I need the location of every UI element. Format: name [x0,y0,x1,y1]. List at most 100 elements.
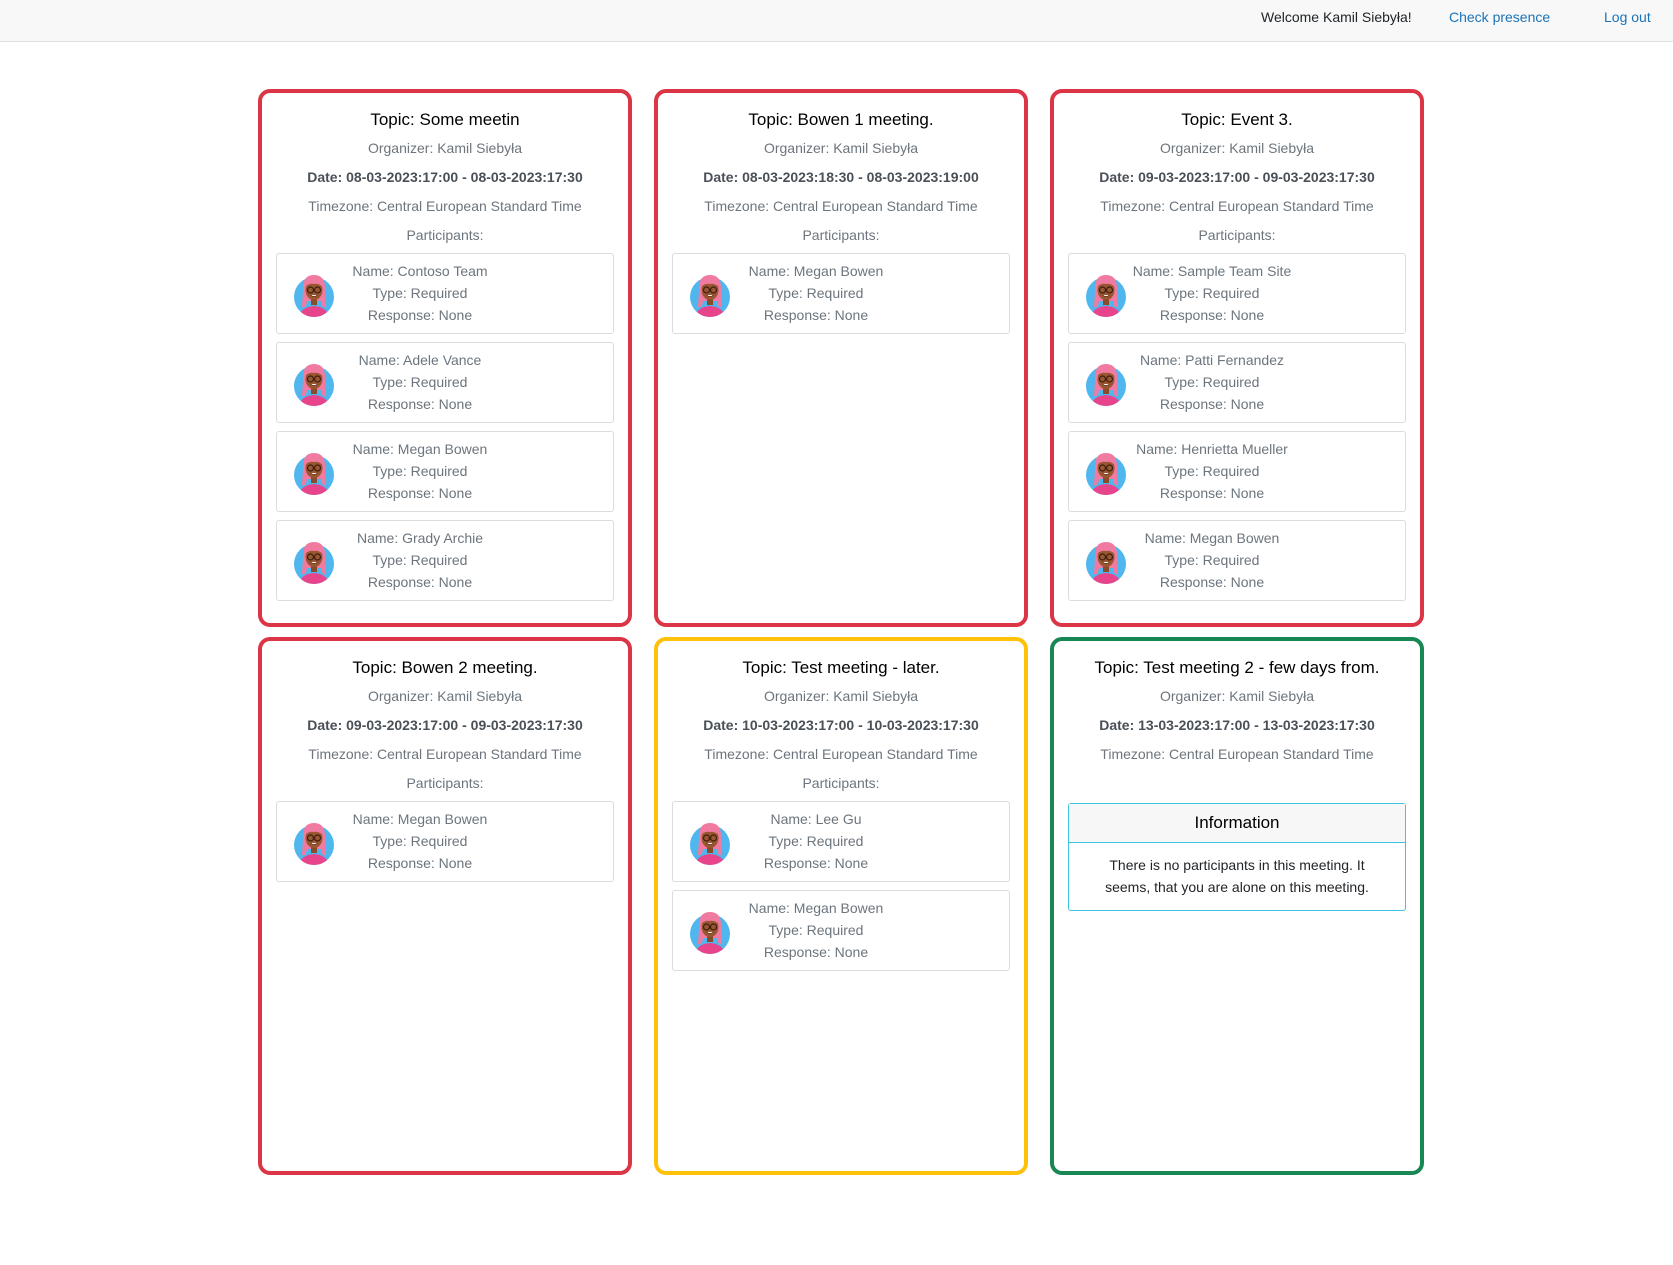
meeting-date: Date: 13-03-2023:17:00 - 13-03-2023:17:3… [1099,717,1375,733]
participant-card: Name: Patti Fernandez Type: Required Respo… [1068,342,1406,423]
participant-response: Response: None [367,485,473,501]
meeting-organizer: Organizer: Kamil Siebyła [367,140,523,156]
meeting-timezone: Timezone: Central European Standard Time [1100,746,1374,762]
meeting-organizer: Organizer: Kamil Siebyła [763,140,919,156]
participant-info: Name: Lee Gu Type: Required Response: None [673,808,1009,874]
meeting-topic: Topic: Some meetin [370,110,520,129]
participant-type: Type: Required [1164,552,1260,568]
participant-name: Name: Patti Fernandez [1140,352,1284,368]
participant-name: Name: Megan Bowen [748,900,884,916]
participants-label: Participants: [802,775,880,791]
meeting-date: Date: 08-03-2023:17:00 - 08-03-2023:17:3… [307,169,583,185]
information-text: There is no participants in this meeting… [1105,857,1369,895]
participant-name: Name: Sample Team Site [1132,263,1292,279]
participants-list: Name: Contoso Team Type: Required Response… [276,253,614,601]
participant-info: Name: Grady Archie Type: Required Response… [277,527,613,593]
participant-type: Type: Required [768,922,864,938]
participant-name: Name: Grady Archie [356,530,484,546]
participants-label: Participants: [406,775,484,791]
participants-label: Participants: [1198,227,1276,243]
participant-type: Type: Required [1164,463,1260,479]
meeting-date: Date: 09-03-2023:17:00 - 09-03-2023:17:3… [1099,169,1375,185]
participant-info: Name: Megan Bowen Type: Required Response:… [673,260,1009,326]
participant-card: Name: Megan Bowen Type: Required Response:… [672,890,1010,971]
participant-card: Name: Sample Team Site Type: Required Resp… [1068,253,1406,334]
meeting-date: Date: 08-03-2023:18:30 - 08-03-2023:19:0… [703,169,979,185]
participant-card: Name: Henrietta Mueller Type: Required Res… [1068,431,1406,512]
meeting-topic: Topic: Test meeting - later. [742,658,940,677]
participant-card: Name: Megan Bowen Type: Required Response:… [672,253,1010,334]
participant-info: Name: Sample Team Site Type: Required Resp… [1069,260,1405,326]
logout-link[interactable]: Log out [1604,9,1651,25]
participant-card: Name: Contoso Team Type: Required Response… [276,253,614,334]
participant-response: Response: None [763,944,869,960]
participant-response: Response: None [1159,396,1265,412]
participant-name: Name: Lee Gu [770,811,862,827]
participant-name: Name: Adele Vance [358,352,482,368]
participant-card: Name: Grady Archie Type: Required Response… [276,520,614,601]
participant-type: Type: Required [372,463,468,479]
meeting-timezone: Timezone: Central European Standard Time [308,746,582,762]
meeting-topic: Topic: Bowen 2 meeting. [352,658,538,677]
participant-response: Response: None [1159,307,1265,323]
participant-info: Name: Adele Vance Type: Required Response:… [277,349,613,415]
meeting-organizer: Organizer: Kamil Siebyła [367,688,523,704]
participant-type: Type: Required [768,285,864,301]
meeting-timezone: Timezone: Central European Standard Time [308,198,582,214]
participant-info: Name: Megan Bowen Type: Required Response:… [673,897,1009,963]
meeting-organizer: Organizer: Kamil Siebyła [1159,688,1315,704]
participant-card: Name: Megan Bowen Type: Required Response:… [276,801,614,882]
information-box: Information There is no participants in t… [1068,803,1406,911]
participant-response: Response: None [763,855,869,871]
meeting-timezone: Timezone: Central European Standard Time [1100,198,1374,214]
participants-list: Name: Megan Bowen Type: Required Response:… [672,253,1010,334]
participants-list: Name: Sample Team Site Type: Required Resp… [1068,253,1406,601]
meetings-grid: Topic: Some meetin Organizer: Kamil Sieby… [258,89,1424,1175]
participant-info: Name: Patti Fernandez Type: Required Respo… [1069,349,1405,415]
participant-response: Response: None [1159,574,1265,590]
meeting-card: Topic: Test meeting - later. Organizer: K… [654,637,1028,1175]
meeting-card: Topic: Test meeting 2 - few days from. Or… [1050,637,1424,1175]
participant-type: Type: Required [372,374,468,390]
participant-response: Response: None [1159,485,1265,501]
meeting-topic: Topic: Bowen 1 meeting. [748,110,934,129]
meeting-topic: Topic: Test meeting 2 - few days from. [1094,658,1380,677]
participant-type: Type: Required [768,833,864,849]
participant-type: Type: Required [372,833,468,849]
meeting-organizer: Organizer: Kamil Siebyła [1159,140,1315,156]
participant-name: Name: Contoso Team [352,263,488,279]
participant-card: Name: Megan Bowen Type: Required Response:… [276,431,614,512]
participant-response: Response: None [367,396,473,412]
meeting-organizer: Organizer: Kamil Siebyła [763,688,919,704]
participants-label: Participants: [406,227,484,243]
participant-type: Type: Required [1164,285,1260,301]
participant-response: Response: None [367,307,473,323]
participant-type: Type: Required [372,552,468,568]
participant-card: Name: Adele Vance Type: Required Response:… [276,342,614,423]
participant-info: Name: Megan Bowen Type: Required Response:… [277,438,613,504]
participant-type: Type: Required [1164,374,1260,390]
participant-info: Name: Henrietta Mueller Type: Required Res… [1069,438,1405,504]
participant-response: Response: None [763,307,869,323]
participant-type: Type: Required [372,285,468,301]
participants-label: Participants: [802,227,880,243]
participant-info: Name: Contoso Team Type: Required Response… [277,260,613,326]
participants-list: Name: Megan Bowen Type: Required Response:… [276,801,614,882]
participant-info: Name: Megan Bowen Type: Required Response:… [277,808,613,874]
participant-response: Response: None [367,855,473,871]
participant-name: Name: Henrietta Mueller [1136,441,1288,457]
participant-name: Name: Megan Bowen [748,263,884,279]
participant-card: Name: Lee Gu Type: Required Response: None [672,801,1010,882]
participants-list: Name: Lee Gu Type: Required Response: None… [672,801,1010,971]
participant-name: Name: Megan Bowen [352,441,488,457]
participant-info: Name: Megan Bowen Type: Required Response:… [1069,527,1405,593]
information-title: Information [1069,804,1405,843]
check-presence-link[interactable]: Check presence [1449,9,1550,25]
meeting-topic: Topic: Event 3. [1181,110,1293,129]
participant-name: Name: Megan Bowen [1144,530,1280,546]
meeting-card: Topic: Bowen 1 meeting. Organizer: Kamil … [654,89,1028,627]
welcome-text: Welcome Kamil Siebyła! [1261,9,1412,25]
meeting-card: Topic: Event 3. Organizer: Kamil Siebyła D… [1050,89,1424,627]
meeting-date: Date: 09-03-2023:17:00 - 09-03-2023:17:3… [307,717,583,733]
meeting-card: Topic: Some meetin Organizer: Kamil Sieby… [258,89,632,627]
